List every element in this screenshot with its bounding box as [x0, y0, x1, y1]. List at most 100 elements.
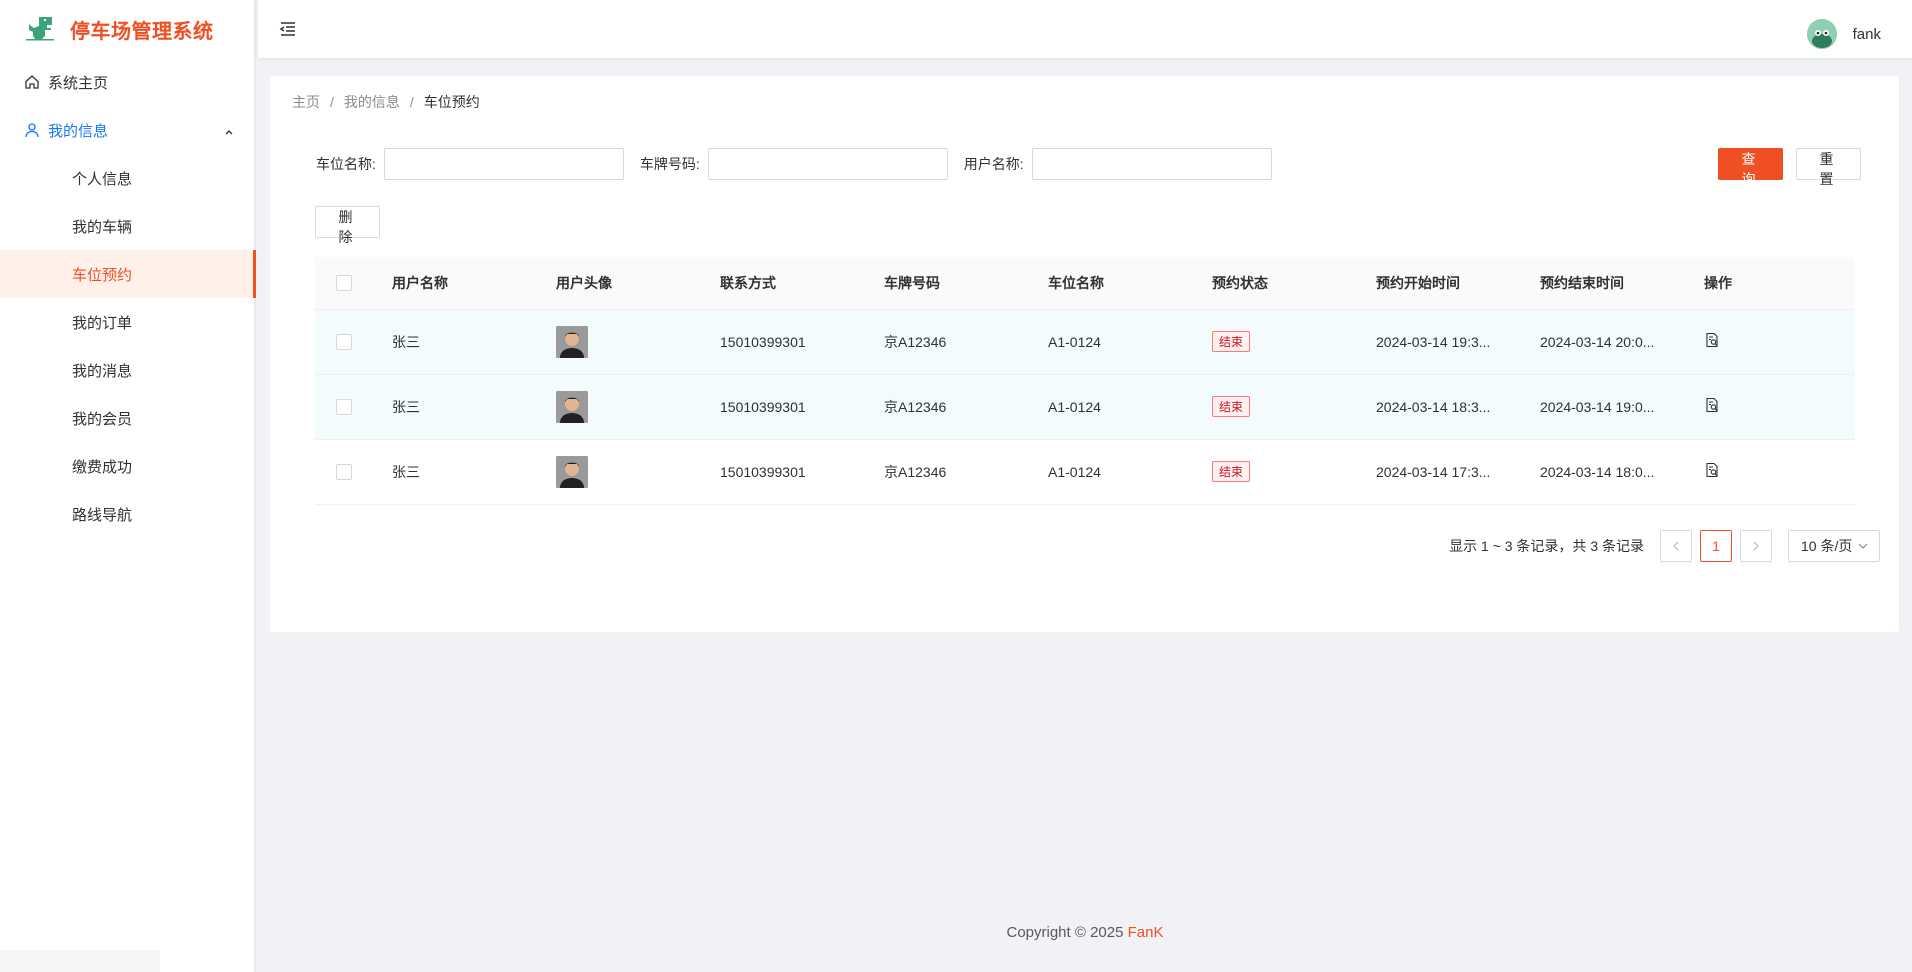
- prev-page-button[interactable]: [1660, 530, 1692, 562]
- breadcrumb-home[interactable]: 主页: [292, 94, 320, 110]
- cell-actions: [1704, 374, 1855, 440]
- sidebar-item-label: 我的订单: [72, 314, 133, 332]
- view-detail-icon[interactable]: [1704, 397, 1720, 416]
- cell-avatar: [556, 309, 720, 375]
- col-header: 用户头像: [556, 257, 720, 310]
- chevron-down-icon: [1858, 543, 1868, 549]
- cell-start-time: 2024-03-14 17:3...: [1376, 439, 1540, 505]
- chevron-right-icon: [1753, 541, 1759, 551]
- cell-actions: [1704, 439, 1855, 505]
- cell-phone: 15010399301: [720, 309, 884, 375]
- menu-fold-icon[interactable]: [278, 19, 298, 39]
- select-all-cell: [315, 257, 392, 310]
- user-avatar-image: [556, 390, 588, 423]
- view-detail-icon[interactable]: [1704, 462, 1720, 481]
- space-name-label: 车位名称:: [316, 156, 376, 172]
- sidebar-item-my-orders[interactable]: 我的订单: [0, 298, 254, 346]
- query-button[interactable]: 查询: [1718, 148, 1783, 187]
- row-checkbox[interactable]: [336, 399, 352, 416]
- sidebar-group-my-info[interactable]: 我的信息: [0, 106, 254, 154]
- breadcrumb-separator: /: [409, 94, 414, 110]
- footer-brand-link[interactable]: FanK: [1128, 924, 1164, 941]
- cell-avatar: [556, 439, 720, 505]
- chevron-up-icon: [224, 124, 234, 141]
- row-select-cell: [315, 374, 392, 440]
- username: fank: [1852, 25, 1881, 43]
- breadcrumb: 主页 / 我的信息 / 车位预约: [292, 92, 480, 112]
- breadcrumb-my-info[interactable]: 我的信息: [344, 94, 400, 110]
- sidebar-item-route-navigation[interactable]: 路线导航: [0, 490, 254, 538]
- reset-button[interactable]: 重置: [1796, 148, 1861, 187]
- footer: Copyright © 2025 FanK: [258, 924, 1912, 941]
- sidebar-item-payment-success[interactable]: 缴费成功: [0, 442, 254, 490]
- select-all-checkbox[interactable]: [336, 275, 352, 292]
- cell-end-time: 2024-03-14 20:0...: [1540, 309, 1704, 375]
- row-checkbox[interactable]: [336, 464, 352, 481]
- cell-avatar: [556, 374, 720, 440]
- sidebar-item-label: 个人信息: [72, 170, 133, 188]
- status-strip: [0, 950, 160, 972]
- breadcrumb-separator: /: [330, 94, 334, 110]
- next-page-button[interactable]: [1740, 530, 1772, 562]
- cell-space: A1-0124: [1048, 439, 1212, 505]
- table-row: 张三 15010399301 京A12346 A1-0124 结束 2024-0…: [315, 374, 1855, 440]
- col-header: 车位名称: [1048, 257, 1212, 310]
- top-header: fank: [258, 0, 1912, 58]
- home-icon: [24, 74, 40, 90]
- cell-plate: 京A12346: [884, 374, 1048, 440]
- sidebar-item-home[interactable]: 系统主页: [0, 58, 254, 106]
- table-row: 张三 15010399301 京A12346 A1-0124 结束 2024-0…: [315, 309, 1855, 375]
- cell-end-time: 2024-03-14 19:0...: [1540, 374, 1704, 440]
- app-title: 停车场管理系统: [70, 20, 214, 43]
- table-header-row: 用户名称 用户头像 联系方式 车牌号码 车位名称 预约状态 预约开始时间 预约结…: [315, 257, 1855, 310]
- page-button-current[interactable]: 1: [1700, 530, 1732, 562]
- sidebar-item-my-messages[interactable]: 我的消息: [0, 346, 254, 394]
- row-select-cell: [315, 309, 392, 375]
- status-badge: 结束: [1212, 331, 1251, 352]
- sidebar-item-personal-info[interactable]: 个人信息: [0, 154, 254, 202]
- cell-space: A1-0124: [1048, 374, 1212, 440]
- copyright-text: Copyright © 2025: [1006, 924, 1128, 941]
- chevron-left-icon: [1673, 541, 1679, 551]
- sidebar-item-my-membership[interactable]: 我的会员: [0, 394, 254, 442]
- col-header: 预约开始时间: [1376, 257, 1540, 310]
- avatar: [1806, 19, 1837, 49]
- cell-user: 张三: [392, 439, 556, 505]
- page-size-select[interactable]: 10 条/页: [1788, 530, 1880, 562]
- sidebar-item-label: 缴费成功: [72, 458, 133, 476]
- user-name-input[interactable]: [1031, 148, 1272, 180]
- user-icon: [24, 122, 40, 138]
- cell-status: 结束: [1212, 439, 1376, 505]
- sidebar-item-label: 车位预约: [72, 266, 133, 284]
- col-header: 用户名称: [392, 257, 556, 310]
- cell-actions: [1704, 309, 1855, 375]
- space-name-input[interactable]: [383, 148, 624, 180]
- cell-start-time: 2024-03-14 18:3...: [1376, 374, 1540, 440]
- cell-user: 张三: [392, 309, 556, 375]
- status-badge: 结束: [1212, 461, 1251, 482]
- filter-bar: 车位名称: 车牌号码: 用户名称:: [316, 148, 1288, 180]
- cell-start-time: 2024-03-14 19:3...: [1376, 309, 1540, 375]
- cell-space: A1-0124: [1048, 309, 1212, 375]
- cell-end-time: 2024-03-14 18:0...: [1540, 439, 1704, 505]
- plate-number-input[interactable]: [707, 148, 948, 180]
- sidebar-item-label: 系统主页: [48, 74, 109, 92]
- col-header: 预约结束时间: [1540, 257, 1704, 310]
- sidebar-item-space-reservation[interactable]: 车位预约: [0, 250, 256, 298]
- logo[interactable]: 停车场管理系统: [0, 0, 254, 58]
- view-detail-icon[interactable]: [1704, 332, 1720, 351]
- plate-number-label: 车牌号码:: [639, 156, 700, 172]
- pagination-info: 显示 1 ~ 3 条记录，共 3 条记录: [1449, 538, 1644, 554]
- delete-button[interactable]: 删除: [315, 206, 380, 245]
- sidebar-item-label: 路线导航: [72, 506, 133, 524]
- col-header: 车牌号码: [884, 257, 1048, 310]
- sidebar-menu: 系统主页 我的信息 个人信息 我的车辆 车位预约 我的订单 我的消息 我的会员 …: [0, 58, 256, 538]
- sidebar-item-label: 我的消息: [72, 362, 133, 380]
- row-checkbox[interactable]: [336, 334, 352, 351]
- user-menu[interactable]: fank: [1806, 19, 1881, 49]
- page-size-value: 10 条/页: [1801, 538, 1853, 554]
- sidebar-item-my-vehicles[interactable]: 我的车辆: [0, 202, 254, 250]
- cell-user: 张三: [392, 374, 556, 440]
- content-card: 主页 / 我的信息 / 车位预约 车位名称: 车牌号码: 用户名称: 查询 重置 删除 …: [270, 76, 1899, 632]
- col-header: 联系方式: [720, 257, 884, 310]
